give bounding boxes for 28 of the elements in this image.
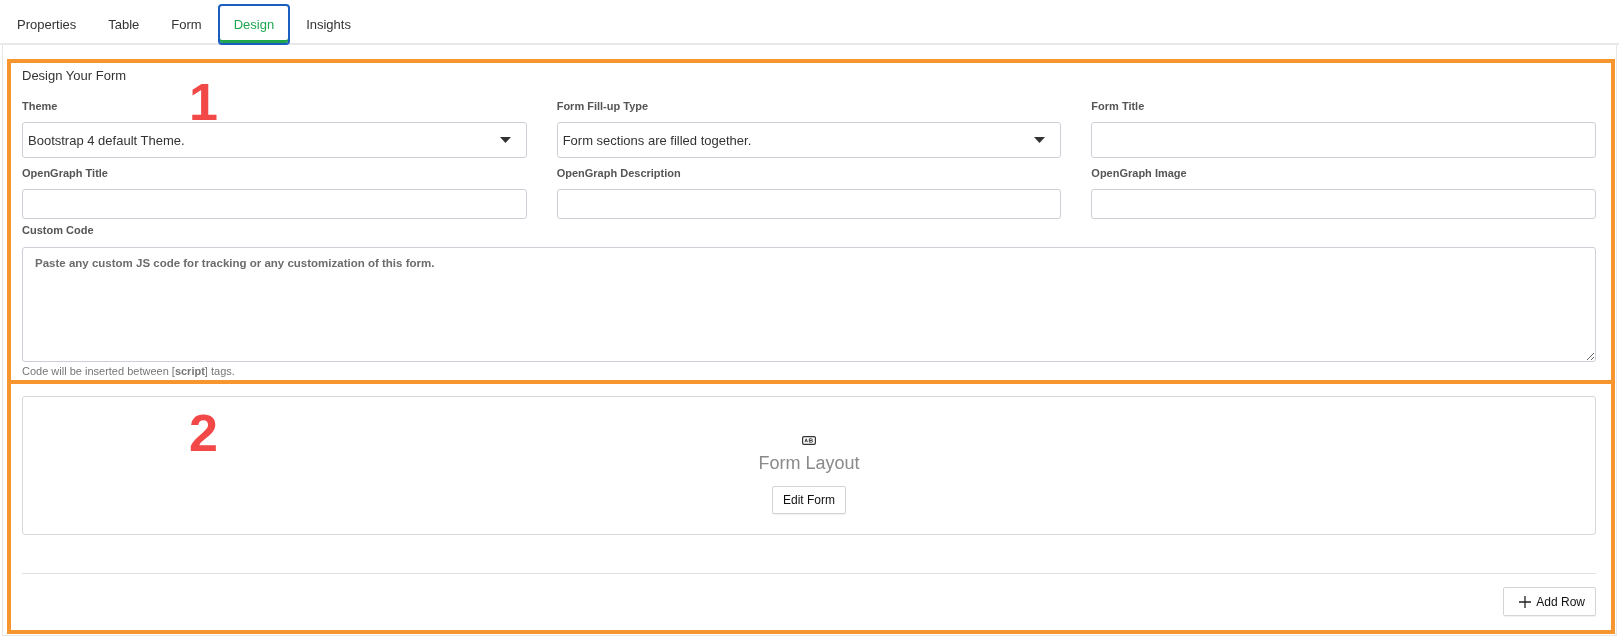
field-label: Theme <box>22 99 58 113</box>
field-label: Custom Code <box>22 223 94 237</box>
tab[interactable]: Table <box>92 4 156 45</box>
section-title: Design Your Form <box>22 68 128 84</box>
field-label: Form Title <box>1091 99 1145 113</box>
text-input[interactable] <box>556 189 1062 219</box>
add-row-button[interactable]: Add Row <box>1503 587 1596 616</box>
annotation-number: 2 <box>189 407 218 459</box>
plus-icon <box>1519 595 1532 608</box>
tab[interactable]: Form <box>155 4 218 45</box>
dropdown-select[interactable]: Form sections are filled together. <box>556 122 1062 158</box>
field-label: OpenGraph Title <box>22 166 108 180</box>
caret-icon <box>1034 137 1046 143</box>
field-label: OpenGraph Image <box>1091 166 1187 180</box>
field-label: OpenGraph Description <box>556 166 681 180</box>
tab[interactable]: Insights <box>290 4 367 45</box>
layout-title: Form Layout <box>758 452 860 474</box>
field-label: Form Fill-up Type <box>556 99 649 113</box>
help-text: Code will be inserted between [script] tags. <box>22 365 235 378</box>
text-input[interactable] <box>22 189 527 219</box>
custom-code-field[interactable]: Paste any custom JS code for tracking or any customization of this form. <box>22 247 1596 362</box>
caret-icon <box>499 137 511 143</box>
dropdown-select[interactable]: Bootstrap 4 default Theme. <box>22 122 527 158</box>
edit-form-button[interactable]: Edit Form <box>772 486 846 514</box>
text-box-icon <box>802 436 816 445</box>
text-input[interactable] <box>1091 189 1596 219</box>
text-input[interactable] <box>1091 122 1596 158</box>
tab[interactable]: Properties <box>1 4 93 45</box>
